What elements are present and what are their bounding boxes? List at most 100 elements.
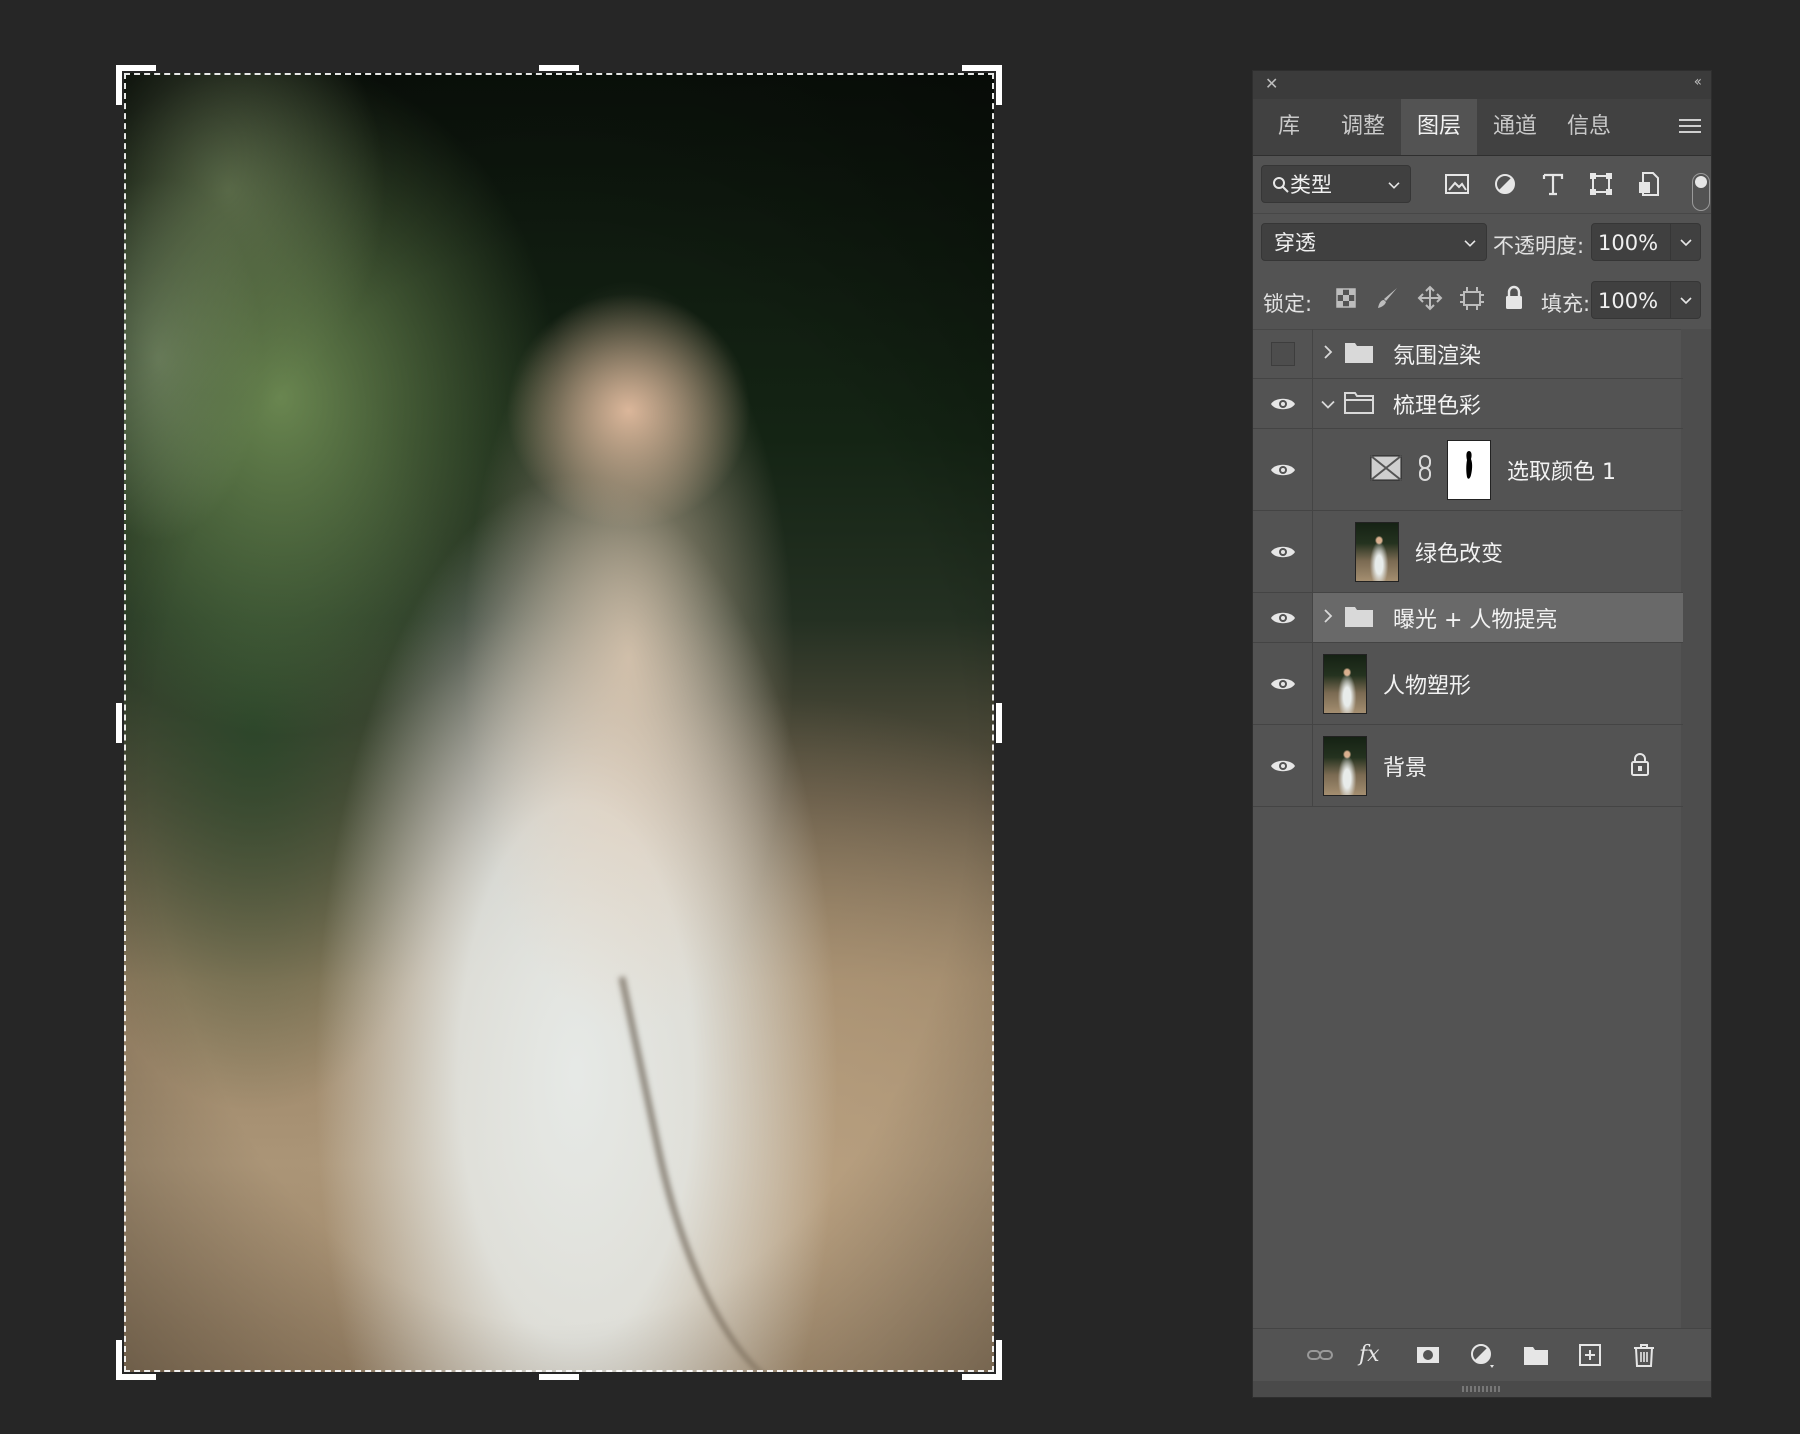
visibility-toggle[interactable] bbox=[1253, 429, 1313, 510]
close-icon[interactable]: ✕ bbox=[1265, 74, 1278, 93]
tab-info[interactable]: 信息 bbox=[1553, 99, 1625, 155]
layer-name: 人物塑形 bbox=[1383, 673, 1472, 699]
photo-vignette bbox=[124, 73, 994, 1372]
lock-image-icon[interactable] bbox=[1373, 283, 1403, 313]
lock-position-icon[interactable] bbox=[1415, 283, 1445, 313]
layers-list: 氛围渲染 梳理色彩 选取颜色 1 绿色改变 曝光 + 人物提亮 人物塑形 背景 bbox=[1253, 329, 1683, 807]
panel-resize-grip[interactable] bbox=[1253, 1381, 1711, 1397]
layer-row[interactable]: 背景 bbox=[1253, 725, 1683, 807]
filter-kind-value: 类型 bbox=[1290, 173, 1332, 197]
panel-tabs: 库 调整 图层 通道 信息 bbox=[1253, 99, 1711, 156]
search-icon bbox=[1273, 177, 1289, 193]
chevron-down-icon[interactable] bbox=[1320, 394, 1336, 413]
folder-icon bbox=[1344, 604, 1374, 632]
layer-name: 背景 bbox=[1383, 755, 1428, 781]
handle-top-left[interactable] bbox=[116, 65, 122, 105]
opacity-dropdown-button[interactable] bbox=[1671, 223, 1701, 261]
link-layers-icon[interactable] bbox=[1305, 1340, 1335, 1370]
eye-icon bbox=[1270, 398, 1295, 409]
handle-bottom-left[interactable] bbox=[116, 1340, 122, 1380]
type-icon[interactable] bbox=[1538, 169, 1568, 199]
visibility-toggle[interactable] bbox=[1253, 379, 1313, 428]
layer-thumbnail[interactable] bbox=[1323, 653, 1367, 714]
selective-color-adjustment-icon bbox=[1370, 454, 1402, 485]
layer-filter-row: 类型 bbox=[1253, 155, 1711, 214]
delete-icon[interactable] bbox=[1629, 1340, 1659, 1370]
opacity-label: 不透明度: bbox=[1493, 234, 1585, 258]
tab-adjustments[interactable]: 调整 bbox=[1325, 99, 1401, 155]
layer-name: 曝光 + 人物提亮 bbox=[1393, 607, 1558, 633]
layer-row[interactable]: 绿色改变 bbox=[1253, 511, 1683, 593]
layer-row[interactable]: 梳理色彩 bbox=[1253, 379, 1683, 429]
handle-bottom-left[interactable] bbox=[116, 1374, 156, 1380]
lock-row: 锁定: 填充: 100% bbox=[1253, 271, 1711, 330]
handle-top-right[interactable] bbox=[996, 65, 1002, 105]
layer-name: 氛围渲染 bbox=[1393, 343, 1482, 369]
tab-library[interactable]: 库 bbox=[1253, 99, 1325, 155]
blend-mode-dropdown[interactable]: 穿透 bbox=[1261, 223, 1487, 261]
lock-transparent-icon[interactable] bbox=[1331, 283, 1361, 313]
layer-name: 选取颜色 1 bbox=[1507, 459, 1616, 485]
fill-input[interactable]: 100% bbox=[1591, 281, 1671, 319]
layer-mask-thumbnail[interactable] bbox=[1447, 439, 1491, 500]
folder-icon bbox=[1344, 340, 1374, 368]
new-group-icon[interactable] bbox=[1521, 1340, 1551, 1370]
handle-bottom-right[interactable] bbox=[996, 1340, 1002, 1380]
chevron-down-icon bbox=[1388, 171, 1400, 195]
adjustment-icon[interactable] bbox=[1490, 169, 1520, 199]
opacity-input[interactable]: 100% bbox=[1591, 223, 1671, 261]
panel-titlebar[interactable]: ✕ ‹‹ bbox=[1253, 71, 1711, 99]
chevron-right-icon[interactable] bbox=[1323, 608, 1333, 628]
add-mask-icon[interactable] bbox=[1413, 1340, 1443, 1370]
layer-thumbnail[interactable] bbox=[1323, 735, 1367, 796]
visibility-toggle[interactable] bbox=[1253, 593, 1313, 642]
eye-icon bbox=[1270, 760, 1295, 771]
tab-layers[interactable]: 图层 bbox=[1401, 99, 1477, 155]
fx-label: fx bbox=[1359, 1342, 1380, 1367]
fill-dropdown-button[interactable] bbox=[1671, 281, 1701, 319]
lock-all-icon[interactable] bbox=[1499, 283, 1529, 313]
document-canvas[interactable] bbox=[116, 65, 1002, 1380]
visibility-toggle[interactable] bbox=[1253, 329, 1313, 378]
link-icon[interactable] bbox=[1417, 454, 1433, 486]
handle-middle-right[interactable] bbox=[996, 703, 1002, 743]
handle-middle-left[interactable] bbox=[116, 703, 122, 743]
layer-row[interactable]: 选取颜色 1 bbox=[1253, 429, 1683, 511]
layer-row[interactable]: 曝光 + 人物提亮 bbox=[1253, 593, 1683, 643]
tab-channels[interactable]: 通道 bbox=[1477, 99, 1553, 155]
collapse-icon[interactable]: ‹‹ bbox=[1694, 74, 1702, 90]
blend-row: 穿透 不透明度: 100% bbox=[1253, 213, 1711, 271]
layers-panel: ✕ ‹‹ 库 调整 图层 通道 信息 类型 穿透 不透明度: 100% 锁定: … bbox=[1252, 70, 1712, 1398]
chevron-down-icon bbox=[1679, 239, 1692, 247]
new-layer-icon[interactable] bbox=[1575, 1340, 1605, 1370]
panel-menu-icon[interactable] bbox=[1679, 115, 1701, 137]
handle-bottom-center[interactable] bbox=[539, 1374, 579, 1380]
layer-thumbnail[interactable] bbox=[1355, 521, 1399, 582]
smart-object-icon[interactable] bbox=[1634, 169, 1664, 199]
lock-artboard-icon[interactable] bbox=[1457, 283, 1487, 313]
visibility-toggle[interactable] bbox=[1253, 511, 1313, 592]
lock-icon[interactable] bbox=[1629, 752, 1651, 780]
layers-toolbar: fx bbox=[1253, 1328, 1711, 1381]
portrait-photo bbox=[124, 73, 994, 1372]
handle-top-left[interactable] bbox=[116, 65, 156, 71]
filter-kind-dropdown[interactable]: 类型 bbox=[1261, 165, 1411, 203]
layer-row[interactable]: 氛围渲染 bbox=[1253, 329, 1683, 379]
layer-name: 梳理色彩 bbox=[1393, 393, 1482, 419]
filter-toggle[interactable] bbox=[1692, 173, 1710, 211]
layers-scrollbar[interactable] bbox=[1681, 329, 1711, 1329]
fill-label: 填充: bbox=[1541, 292, 1591, 316]
visibility-toggle[interactable] bbox=[1253, 725, 1313, 806]
image-icon[interactable] bbox=[1442, 169, 1472, 199]
shape-icon[interactable] bbox=[1586, 169, 1616, 199]
layer-row[interactable]: 人物塑形 bbox=[1253, 643, 1683, 725]
eye-icon bbox=[1270, 612, 1295, 623]
visibility-off-box bbox=[1270, 341, 1295, 366]
chevron-right-icon[interactable] bbox=[1323, 344, 1333, 364]
new-adjustment-icon[interactable] bbox=[1467, 1340, 1497, 1370]
visibility-toggle[interactable] bbox=[1253, 643, 1313, 724]
fx-icon[interactable]: fx bbox=[1359, 1340, 1389, 1370]
chevron-down-icon bbox=[1679, 297, 1692, 305]
handle-top-center[interactable] bbox=[539, 65, 579, 71]
layer-name: 绿色改变 bbox=[1415, 541, 1504, 567]
